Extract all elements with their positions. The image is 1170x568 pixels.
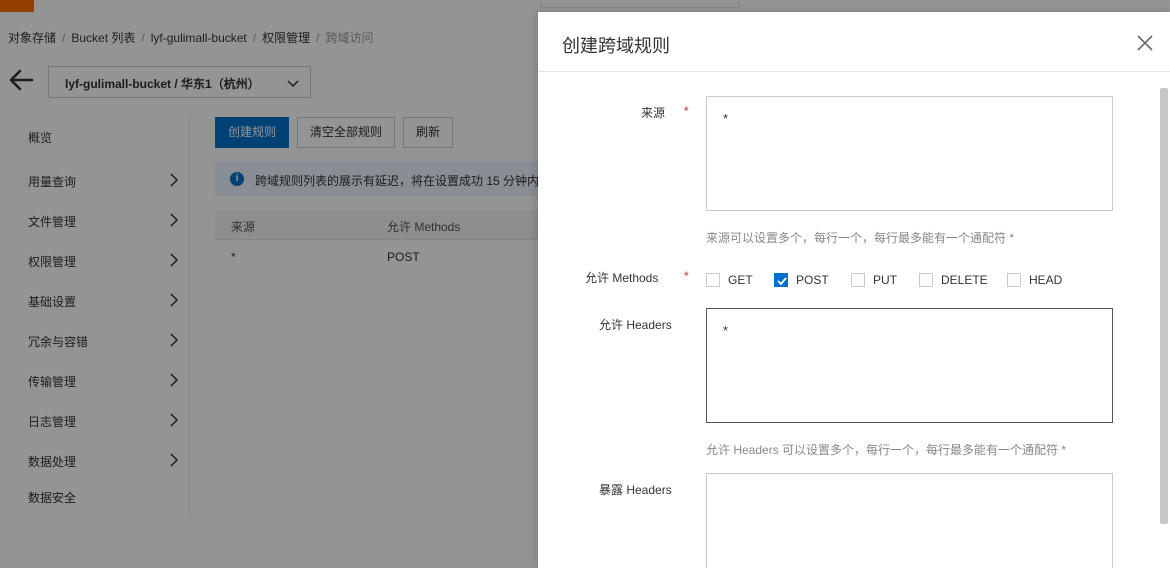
divider — [538, 71, 1170, 72]
origin-value: * — [723, 111, 729, 126]
origin-hint: 来源可以设置多个，每行一个，每行最多能有一个通配符 * — [706, 231, 1015, 245]
methods-label: 允许 Methods — [585, 271, 659, 285]
allow-headers-hint: 允许 Headers 可以设置多个，每行一个，每行最多能有一个通配符 * — [706, 443, 1067, 457]
required-mark: * — [684, 269, 689, 283]
checkbox-box — [851, 273, 865, 287]
origin-label: 来源 — [641, 106, 666, 120]
expose-headers-textarea[interactable] — [706, 473, 1113, 568]
allow-headers-label: 允许 Headers — [599, 318, 672, 332]
allow-headers-value: * — [723, 323, 729, 338]
checkbox-box — [919, 273, 933, 287]
expose-headers-label: 暴露 Headers — [599, 483, 672, 497]
origin-textarea[interactable]: * — [706, 96, 1113, 211]
create-cors-rule-drawer: 创建跨域规则 来源 * * 来源可以设置多个，每行一个，每行最多能有一个通配符 … — [538, 12, 1170, 568]
check-icon — [777, 277, 787, 286]
close-icon[interactable] — [1136, 34, 1154, 52]
checkbox-box — [706, 273, 720, 287]
checkbox-checked — [774, 273, 788, 287]
checkbox-box — [1007, 273, 1021, 287]
allow-headers-textarea[interactable]: * — [706, 308, 1113, 423]
required-mark: * — [684, 104, 689, 118]
drawer-scrollbar[interactable] — [1160, 88, 1168, 524]
drawer-title: 创建跨域规则 — [562, 36, 670, 56]
